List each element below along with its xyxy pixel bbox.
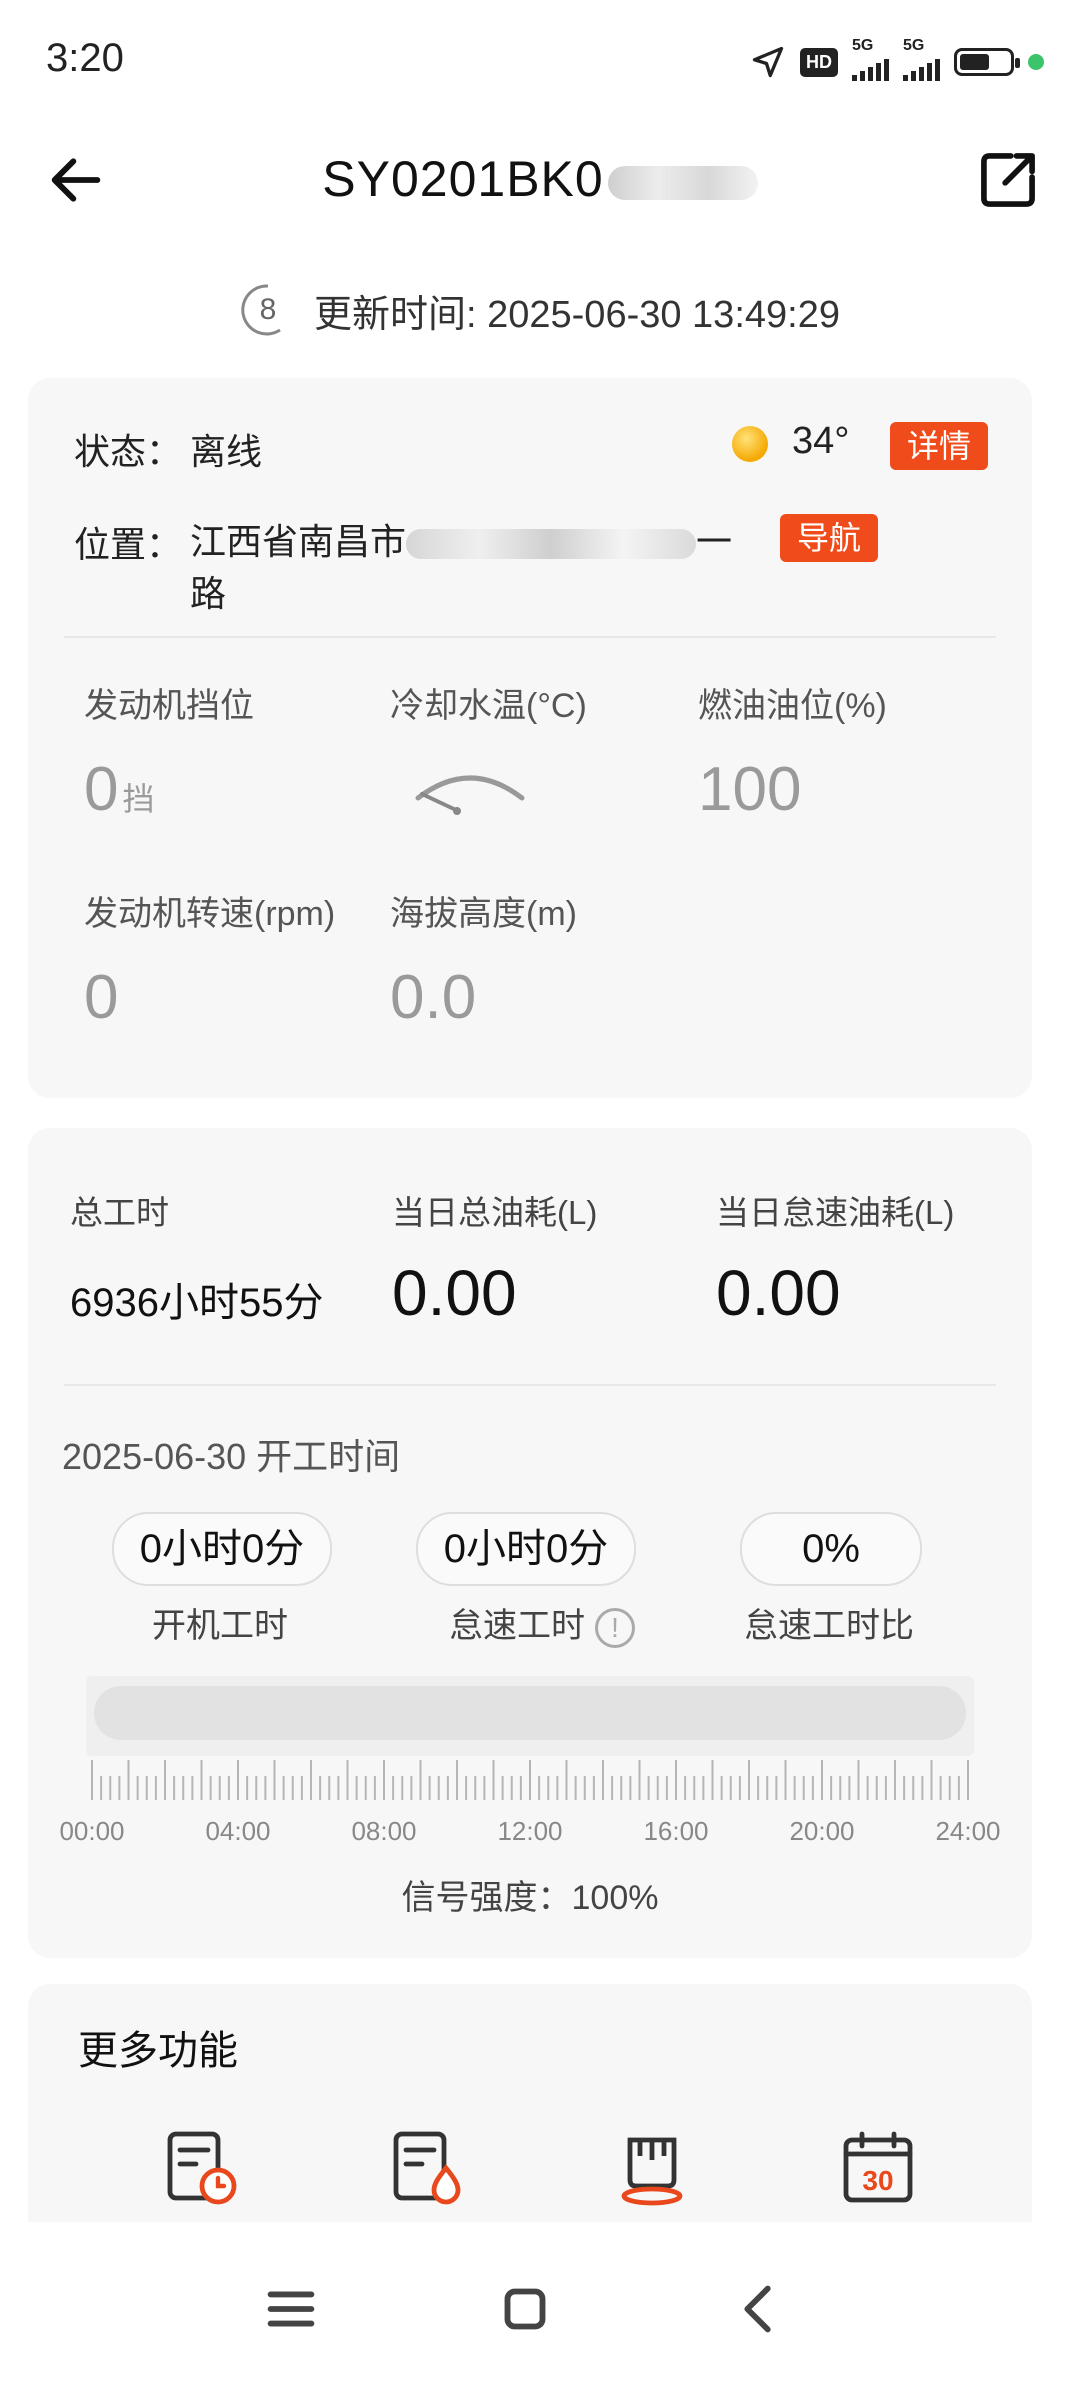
daily-fuel-label: 当日总油耗(L)	[392, 1194, 598, 1231]
excavator-bucket-icon[interactable]	[612, 2128, 692, 2208]
menu-icon[interactable]	[256, 2274, 326, 2344]
refresh-countdown-icon[interactable]: 8	[240, 282, 296, 338]
signal-icon-2: 5G	[903, 37, 940, 81]
update-time: 更新时间: 2025-06-30 13:49:29	[314, 293, 840, 336]
navigate-button[interactable]: 导航	[780, 514, 878, 562]
privacy-indicator-dot	[1028, 54, 1044, 70]
total-hours-value: 6936小时55分	[70, 1281, 324, 1325]
home-square-icon[interactable]	[490, 2274, 560, 2344]
timeline-label: 24:00	[935, 1816, 1001, 1846]
idle-time-value: 0小时0分	[416, 1512, 636, 1586]
location-value: 江西省南昌市一路	[190, 521, 733, 614]
more-functions-title: 更多功能	[78, 2029, 238, 2073]
temperature: 34°	[792, 420, 850, 462]
on-time-label: 开机工时	[152, 1607, 288, 1645]
battery-icon	[954, 48, 1020, 76]
calendar-day: 30	[862, 2165, 893, 2196]
idle-time-label-row: 怠速工时!	[392, 1598, 692, 1649]
gear-value: 0挡	[84, 755, 155, 824]
signal-icon-1: 5G	[852, 37, 889, 81]
fuel-level-value: 100	[698, 755, 802, 824]
daily-fuel-value: 0.00	[392, 1257, 517, 1329]
divider	[64, 1384, 996, 1386]
fuel-report-icon[interactable]	[386, 2128, 466, 2208]
coolant-gauge-icon	[415, 775, 525, 815]
app-bar: SY0201BK0	[0, 120, 1080, 240]
hd-voice-icon: HD	[800, 47, 838, 77]
altitude-label: 海拔高度(m)	[390, 895, 577, 933]
divider	[64, 636, 996, 638]
idle-fuel-label: 当日怠速油耗(L)	[716, 1194, 955, 1231]
idle-ratio-label: 怠速工时比	[744, 1607, 914, 1645]
location-arrow-icon	[752, 46, 784, 78]
timeline-label: 08:00	[351, 1816, 417, 1846]
gear-label: 发动机挡位	[84, 687, 254, 725]
timeline-bar	[94, 1686, 966, 1740]
timeline-label: 12:00	[497, 1816, 563, 1846]
rpm-label: 发动机转速(rpm)	[84, 895, 336, 933]
sun-icon	[732, 426, 768, 462]
on-time-value: 0小时0分	[112, 1512, 332, 1586]
timeline-label: 04:00	[205, 1816, 271, 1846]
gear-unit: 挡	[122, 781, 155, 817]
external-link-icon[interactable]	[974, 146, 1042, 214]
info-icon[interactable]: !	[595, 1608, 635, 1649]
work-time-report-icon[interactable]	[160, 2128, 240, 2208]
redacted-blur	[607, 165, 758, 200]
timeline-label: 00:00	[59, 1816, 125, 1846]
work-date-heading: 2025-06-30 开工时间	[62, 1436, 401, 1477]
location-label: 位置：	[74, 524, 183, 565]
redacted-blur	[406, 529, 697, 560]
idle-fuel-value: 0.00	[716, 1257, 841, 1329]
rpm-value: 0	[84, 963, 119, 1032]
status-icons: HD 5G 5G	[750, 37, 1044, 86]
fuel-level-label: 燃油油位(%)	[698, 687, 887, 725]
status-label: 状态：	[74, 431, 183, 472]
detail-button[interactable]: 详情	[890, 422, 988, 470]
timeline-label: 16:00	[643, 1816, 709, 1846]
status-bar: 3:20 HD 5G 5G	[0, 0, 1080, 120]
total-hours-label: 总工时	[70, 1194, 169, 1231]
work-time-card: 总工时 6936小时55分 当日总油耗(L) 0.00 当日怠速油耗(L) 0.…	[28, 1128, 1032, 1958]
clock: 3:20	[46, 36, 124, 80]
signal-strength: 信号强度：100%	[401, 1879, 659, 1917]
coolant-label: 冷却水温(°C)	[390, 687, 587, 725]
timeline-ticks	[91, 1760, 969, 1800]
back-chevron-icon[interactable]	[724, 2274, 794, 2344]
device-status-card: 状态： 离线 34° 详情 位置： 江西省南昌市一路 导航 发动机挡位 0挡 冷…	[28, 378, 1032, 1098]
status-value: 离线	[190, 431, 263, 472]
timeline-label: 20:00	[789, 1816, 855, 1846]
system-nav-bar	[0, 2222, 1080, 2400]
idle-ratio-value: 0%	[740, 1512, 922, 1586]
calendar-icon[interactable]: 30	[838, 2128, 918, 2208]
page-title: SY0201BK0	[0, 150, 1080, 208]
update-time-row: 8 更新时间: 2025-06-30 13:49:29	[0, 282, 1080, 338]
altitude-value: 0.0	[390, 963, 477, 1032]
